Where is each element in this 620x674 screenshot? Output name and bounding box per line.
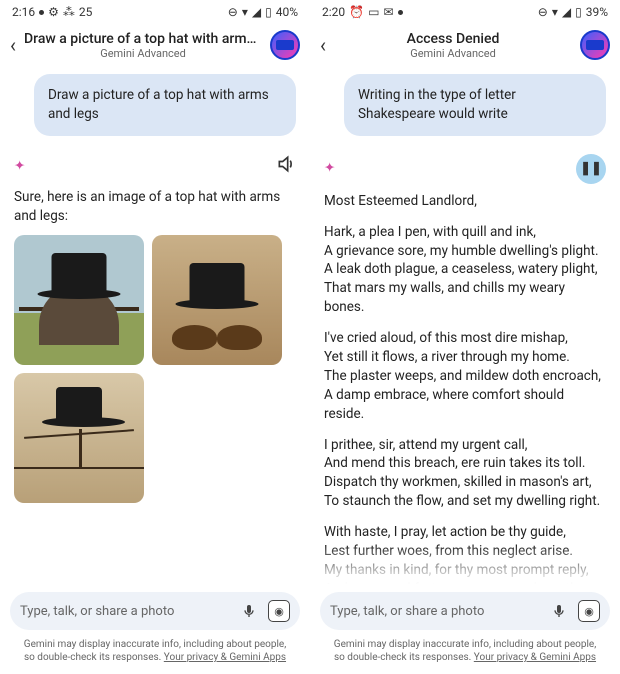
status-bar: 2:16 ⚙ ⁂ 25 ⊖ ▾ ◢ ▯ 40% — [0, 0, 310, 24]
stanza: I prithee, sir, attend my urgent call,An… — [324, 436, 606, 512]
battery-icon: ▯ — [265, 5, 272, 19]
generated-image[interactable] — [14, 235, 144, 365]
chat-input[interactable]: Type, talk, or share a photo ◉ — [320, 592, 610, 630]
profile-avatar[interactable] — [580, 30, 610, 60]
gemini-spark-icon: ✦ — [14, 157, 25, 176]
notif-icon: ⁂ — [63, 5, 75, 19]
stanza: Hark, a plea I pen, with quill and ink,A… — [324, 223, 606, 317]
assistant-text: Most Esteemed Landlord, Hark, a plea I p… — [324, 192, 606, 584]
wifi-icon: ▾ — [242, 5, 248, 19]
app-header: ‹ Draw a picture of a top hat with arms … — [0, 24, 310, 66]
privacy-link[interactable]: Your privacy & Gemini Apps — [164, 652, 286, 663]
gemini-spark-icon: ✦ — [324, 159, 335, 178]
status-bar: 2:20 ⏰ ▭ ✉ ⊖ ▾ ◢ ▯ 39% — [310, 0, 620, 24]
salutation: Most Esteemed Landlord, — [324, 192, 606, 211]
wifi-icon: ▾ — [552, 5, 558, 19]
app-header: ‹ Access Denied Gemini Advanced — [310, 24, 620, 66]
input-placeholder: Type, talk, or share a photo — [330, 604, 540, 619]
alarm-icon: ⏰ — [349, 5, 364, 19]
read-aloud-button[interactable] — [276, 154, 296, 180]
stanza: I've cried aloud, of this most dire mish… — [324, 329, 606, 423]
clock: 2:16 — [12, 5, 35, 19]
clock: 2:20 — [322, 5, 345, 19]
model-subtitle: Gemini Advanced — [334, 47, 572, 60]
generated-image[interactable] — [14, 373, 144, 503]
mail-icon: ✉ — [383, 5, 393, 19]
privacy-link[interactable]: Your privacy & Gemini Apps — [474, 652, 596, 663]
disclaimer: Gemini may display inaccurate info, incl… — [0, 634, 310, 674]
battery-pct: 40% — [276, 5, 298, 19]
page-title: Access Denied — [334, 31, 572, 47]
stanza: With haste, I pray, let action be thy gu… — [324, 523, 606, 584]
mic-button[interactable] — [548, 600, 570, 622]
battery-icon: ▯ — [575, 5, 582, 19]
battery-pct: 39% — [586, 5, 608, 19]
camera-button[interactable]: ◉ — [578, 600, 600, 622]
notif-dot-icon — [39, 10, 44, 15]
cal-icon: ▭ — [368, 5, 379, 19]
input-placeholder: Type, talk, or share a photo — [20, 604, 230, 619]
profile-avatar[interactable] — [270, 30, 300, 60]
notif-dot-icon — [398, 10, 403, 15]
disclaimer: Gemini may display inaccurate info, incl… — [310, 634, 620, 674]
pause-button[interactable]: ❚❚ — [576, 154, 606, 184]
generated-images — [14, 235, 296, 503]
notif-count-icon: 25 — [79, 5, 93, 19]
signal-icon: ◢ — [252, 5, 261, 19]
generated-image[interactable] — [152, 235, 282, 365]
camera-button[interactable]: ◉ — [268, 600, 290, 622]
chat-input[interactable]: Type, talk, or share a photo ◉ — [10, 592, 300, 630]
chrome-icon: ⚙ — [48, 5, 59, 19]
back-button[interactable]: ‹ — [10, 33, 16, 57]
mic-button[interactable] — [238, 600, 260, 622]
signal-icon: ◢ — [562, 5, 571, 19]
dnd-icon: ⊖ — [228, 5, 238, 19]
dnd-icon: ⊖ — [538, 5, 548, 19]
user-message: Draw a picture of a top hat with arms an… — [34, 74, 296, 136]
model-subtitle: Gemini Advanced — [24, 47, 262, 60]
back-button[interactable]: ‹ — [320, 33, 326, 57]
user-message: Writing in the type of letter Shakespear… — [344, 74, 606, 136]
page-title: Draw a picture of a top hat with arms ..… — [24, 31, 262, 47]
assistant-text: Sure, here is an image of a top hat with… — [14, 188, 296, 226]
